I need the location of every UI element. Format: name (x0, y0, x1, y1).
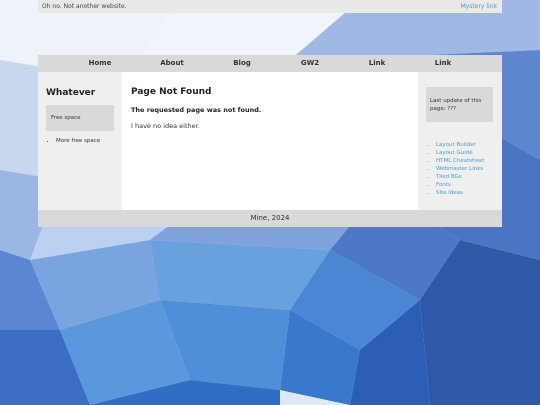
mystery-link[interactable]: Mystery link (461, 3, 497, 10)
page-title: Page Not Found (131, 87, 212, 97)
nav-link-1[interactable]: Link (357, 59, 397, 67)
link-tiled-bgs[interactable]: Tiled BGs (436, 174, 462, 180)
last-update-box: Last update of this page: ??? (426, 87, 493, 122)
nav-about[interactable]: About (152, 59, 192, 67)
main-content: Page Not Found The requested page was no… (122, 72, 418, 210)
nav-blog[interactable]: Blog (222, 59, 262, 67)
list-item: More free space (56, 138, 100, 144)
free-space-box: Free space (46, 105, 114, 131)
link-layout-builder[interactable]: Layout Builder (436, 142, 476, 148)
page-container: Home About Blog GW2 Link Link Whatever F… (38, 55, 502, 227)
site-tagline: Oh no. Not another website. (42, 3, 127, 10)
footer: Mine, 2024 (38, 210, 502, 227)
free-space-label: Free space (51, 115, 81, 121)
top-bar: Oh no. Not another website. Mystery link (38, 0, 502, 13)
nav-bar: Home About Blog GW2 Link Link (38, 55, 502, 72)
sidebar-left: Whatever Free space More free space (38, 72, 122, 210)
resource-links: Layout Builder Layout Guide HTML Cheatsh… (436, 141, 485, 197)
sidebar-right: Last update of this page: ??? Layout Bui… (418, 72, 502, 210)
sidebar-list: More free space (56, 138, 100, 144)
link-webmaster-links[interactable]: Webmaster Links (436, 166, 483, 172)
link-fonts[interactable]: Fonts (436, 182, 451, 188)
nav-gw2[interactable]: GW2 (290, 59, 330, 67)
nav-home[interactable]: Home (80, 59, 120, 67)
link-site-ideas[interactable]: Site Ideas (436, 190, 463, 196)
error-message: The requested page was not found. (131, 106, 262, 114)
sidebar-title: Whatever (46, 88, 96, 98)
error-note: I have no idea either. (131, 122, 200, 130)
last-update-text: Last update of this page: ??? (430, 98, 482, 112)
link-layout-guide[interactable]: Layout Guide (436, 150, 473, 156)
nav-link-2[interactable]: Link (423, 59, 463, 67)
link-html-cheatsheet[interactable]: HTML Cheatsheet (436, 158, 485, 164)
